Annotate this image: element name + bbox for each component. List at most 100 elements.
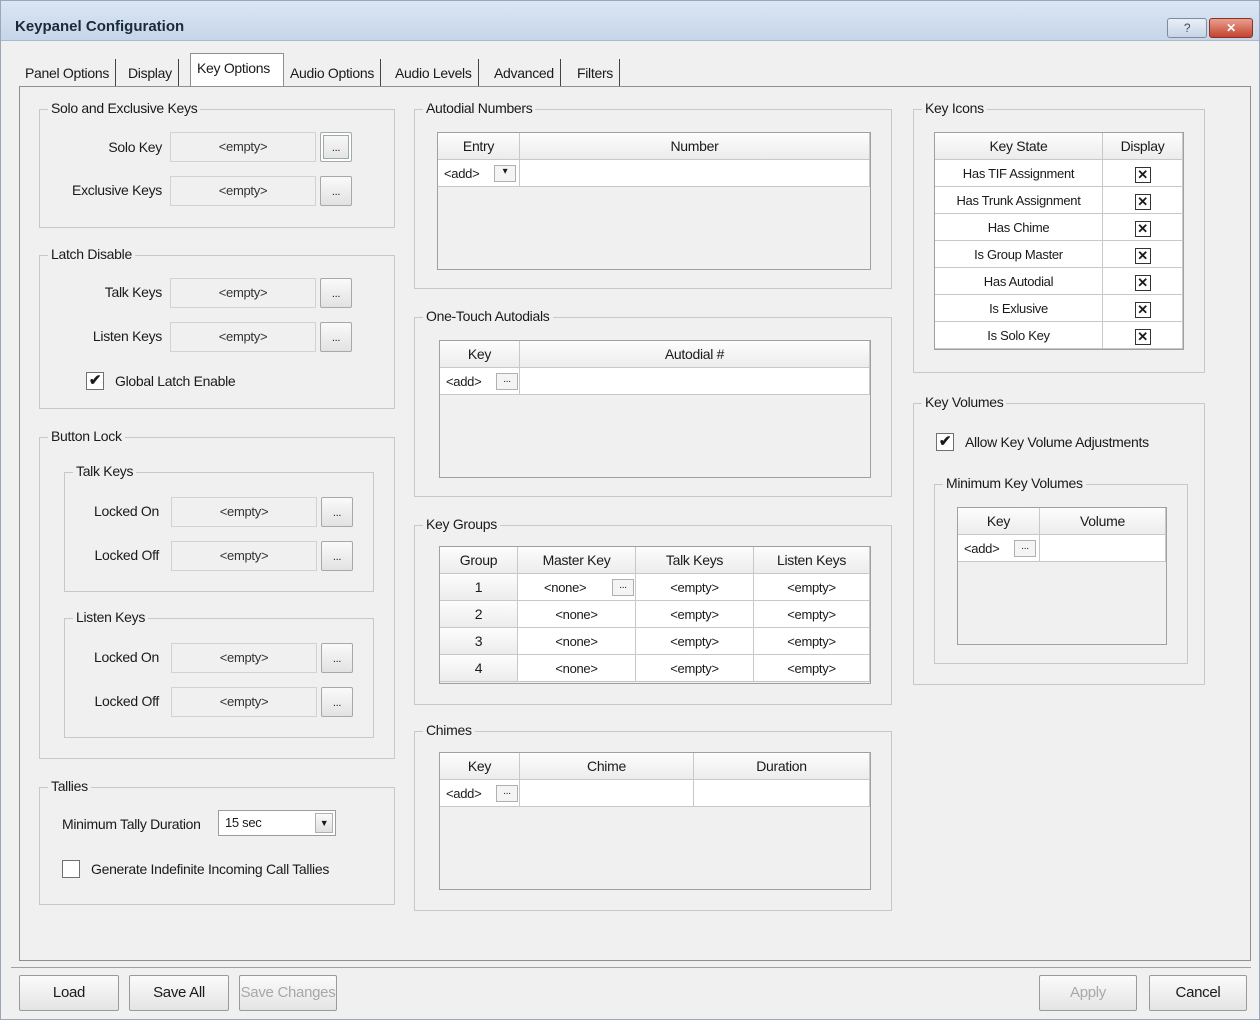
column-header[interactable]: Volume — [1040, 508, 1166, 535]
indefinite-tallies-checkbox[interactable] — [62, 860, 80, 878]
listen-locked-on-browse-button[interactable]: ... — [321, 643, 353, 673]
allow-key-volume-checkbox[interactable]: ✔ — [936, 433, 954, 451]
listen-keys-cell[interactable]: <empty> — [754, 601, 870, 628]
browse-button[interactable]: ... — [496, 785, 518, 802]
tab-display[interactable]: Display — [122, 59, 179, 87]
master-key-cell[interactable]: <none> — [518, 655, 636, 682]
master-key-cell[interactable]: <none> — [518, 601, 636, 628]
chime-cell[interactable] — [520, 780, 694, 807]
table-row[interactable]: Has Trunk Assignment ✕ — [935, 187, 1183, 214]
display-checkbox[interactable]: ✕ — [1134, 166, 1151, 183]
chevron-down-icon[interactable]: ▾ — [494, 165, 516, 182]
table-row[interactable]: 1 <none> ... <empty> <empty> — [440, 574, 870, 601]
volume-cell[interactable] — [1040, 535, 1166, 562]
table-row[interactable]: Has TIF Assignment ✕ — [935, 160, 1183, 187]
display-checkbox[interactable]: ✕ — [1134, 220, 1151, 237]
footer-separator — [11, 967, 1251, 968]
column-header[interactable]: Key — [440, 341, 520, 368]
tab-audio-options[interactable]: Audio Options — [284, 59, 382, 87]
talk-locked-on-browse-button[interactable]: ... — [321, 497, 353, 527]
tab-audio-levels[interactable]: Audio Levels — [389, 59, 479, 87]
talk-locked-off-browse-button[interactable]: ... — [321, 541, 353, 571]
lock-listen-keys-group: Listen Keys Locked On <empty> ... Locked… — [64, 609, 374, 738]
add-chime-cell[interactable]: <add> ... — [440, 780, 520, 807]
column-header[interactable]: Group — [440, 547, 518, 574]
exclusive-keys-browse-button[interactable]: ... — [320, 176, 352, 206]
min-tally-duration-select[interactable]: 15 sec ▼ — [218, 810, 336, 836]
table-row[interactable]: Is Group Master ✕ — [935, 241, 1183, 268]
talk-locked-on-field[interactable]: <empty> — [171, 497, 317, 527]
latch-talk-keys-browse-button[interactable]: ... — [320, 278, 352, 308]
load-button[interactable]: Load — [19, 975, 119, 1011]
number-cell[interactable] — [520, 160, 870, 187]
table-row[interactable]: Has Autodial ✕ — [935, 268, 1183, 295]
group-title: Chimes — [423, 722, 475, 738]
tab-panel-options[interactable]: Panel Options — [19, 59, 117, 87]
apply-button[interactable]: Apply — [1039, 975, 1137, 1011]
group-title: Talk Keys — [73, 463, 137, 479]
listen-locked-off-browse-button[interactable]: ... — [321, 687, 353, 717]
key-state-cell: Has Chime — [935, 214, 1103, 241]
listen-locked-on-field[interactable]: <empty> — [171, 643, 317, 673]
talk-locked-off-field[interactable]: <empty> — [171, 541, 317, 571]
latch-listen-keys-browse-button[interactable]: ... — [320, 322, 352, 352]
add-key-cell[interactable]: <add> ... — [440, 368, 520, 395]
column-header[interactable]: Key — [958, 508, 1040, 535]
table-row[interactable]: Is Exlusive ✕ — [935, 295, 1183, 322]
talk-keys-cell[interactable]: <empty> — [636, 655, 754, 682]
browse-button[interactable]: ... — [1014, 540, 1036, 557]
duration-cell[interactable] — [694, 780, 870, 807]
column-header[interactable]: Duration — [694, 753, 870, 780]
chevron-down-icon[interactable]: ▼ — [315, 813, 333, 833]
column-header[interactable]: Number — [520, 133, 870, 160]
display-checkbox[interactable]: ✕ — [1134, 193, 1151, 210]
solo-key-browse-button[interactable]: ... — [320, 132, 352, 162]
global-latch-checkbox[interactable]: ✔ — [86, 372, 104, 390]
display-checkbox[interactable]: ✕ — [1134, 301, 1151, 318]
display-checkbox[interactable]: ✕ — [1134, 274, 1151, 291]
table-row[interactable]: Has Chime ✕ — [935, 214, 1183, 241]
display-checkbox[interactable]: ✕ — [1134, 247, 1151, 264]
listen-keys-cell[interactable]: <empty> — [754, 628, 870, 655]
one-touch-autodials-group: One-Touch Autodials Key Autodial # <add>… — [414, 308, 892, 497]
add-volume-key-cell[interactable]: <add> ... — [958, 535, 1040, 562]
table-row[interactable]: 4 <none> <empty> <empty> — [440, 655, 870, 682]
help-button[interactable]: ? — [1167, 18, 1207, 38]
save-all-button[interactable]: Save All — [129, 975, 229, 1011]
close-button[interactable]: ✕ — [1209, 18, 1253, 38]
display-checkbox[interactable]: ✕ — [1134, 328, 1151, 345]
add-entry-cell[interactable]: <add> ▾ — [438, 160, 520, 187]
browse-button[interactable]: ... — [496, 373, 518, 390]
column-header[interactable]: Master Key — [518, 547, 636, 574]
talk-keys-cell[interactable]: <empty> — [636, 601, 754, 628]
table-row[interactable]: Is Solo Key ✕ — [935, 322, 1183, 349]
cancel-button[interactable]: Cancel — [1149, 975, 1247, 1011]
column-header[interactable]: Key — [440, 753, 520, 780]
master-key-cell[interactable]: <none> — [518, 628, 636, 655]
master-key-cell[interactable]: <none> ... — [518, 574, 636, 601]
talk-keys-cell[interactable]: <empty> — [636, 574, 754, 601]
latch-listen-keys-field[interactable]: <empty> — [170, 322, 316, 352]
column-header[interactable]: Listen Keys — [754, 547, 870, 574]
table-row[interactable]: 3 <none> <empty> <empty> — [440, 628, 870, 655]
column-header[interactable]: Chime — [520, 753, 694, 780]
listen-locked-off-field[interactable]: <empty> — [171, 687, 317, 717]
column-header[interactable]: Autodial # — [520, 341, 870, 368]
table-row[interactable]: 2 <none> <empty> <empty> — [440, 601, 870, 628]
autodial-cell[interactable] — [520, 368, 870, 395]
column-header[interactable]: Talk Keys — [636, 547, 754, 574]
column-header[interactable]: Display — [1103, 133, 1183, 160]
latch-talk-keys-field[interactable]: <empty> — [170, 278, 316, 308]
browse-button[interactable]: ... — [612, 579, 634, 596]
exclusive-keys-field[interactable]: <empty> — [170, 176, 316, 206]
column-header[interactable]: Key State — [935, 133, 1103, 160]
save-changes-button[interactable]: Save Changes — [239, 975, 337, 1011]
solo-key-field[interactable]: <empty> — [170, 132, 316, 162]
listen-keys-cell[interactable]: <empty> — [754, 574, 870, 601]
column-header[interactable]: Entry — [438, 133, 520, 160]
listen-keys-cell[interactable]: <empty> — [754, 655, 870, 682]
tab-filters[interactable]: Filters — [571, 59, 621, 87]
tab-advanced[interactable]: Advanced — [488, 59, 561, 87]
talk-keys-cell[interactable]: <empty> — [636, 628, 754, 655]
tab-key-options[interactable]: Key Options — [190, 53, 284, 87]
